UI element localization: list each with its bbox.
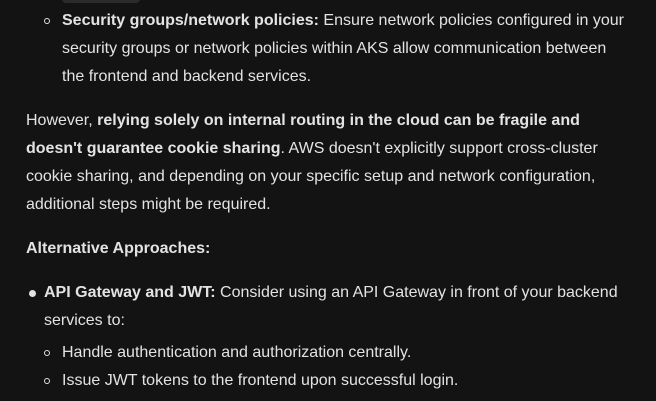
alternative-approaches-heading: Alternative Approaches: <box>26 235 626 263</box>
response-content: Security groups/network policies: Ensure… <box>0 0 656 401</box>
hollow-bullet-icon <box>44 378 50 384</box>
however-line3: cookie sharing, and depending on your sp… <box>26 168 596 185</box>
security-item-title: Security groups/network policies: <box>62 12 319 29</box>
hollow-bullet-icon <box>44 18 50 24</box>
sub-list-item: Issue JWT tokens to the frontend upon su… <box>62 367 647 395</box>
api-item-title: API Gateway and JWT: <box>44 284 216 301</box>
security-item-text: Ensure network policies configured in yo… <box>318 12 624 29</box>
solid-bullet-icon <box>29 290 36 297</box>
clipped-previous-line <box>62 0 262 3</box>
alt-heading-text: Alternative Approaches: <box>26 240 211 257</box>
however-line2-rest: . AWS doesn't explicitly support cross-c… <box>280 140 598 157</box>
however-paragraph: However, relying solely on internal rout… <box>26 107 626 219</box>
however-lead: However, <box>26 112 98 129</box>
api-item-line2: services to: <box>44 312 125 329</box>
security-item-line2: security groups or network policies with… <box>62 40 607 57</box>
sub-item-text: Handle authentication and authorization … <box>62 344 412 361</box>
api-item-text: Consider using an API Gateway in front o… <box>215 284 618 301</box>
sub-item-text: Issue JWT tokens to the frontend upon su… <box>62 372 459 389</box>
list-item-security-groups: Security groups/network policies: Ensure… <box>62 7 647 91</box>
however-bold-2: doesn't guarantee cookie sharing <box>26 140 281 157</box>
however-line4: additional steps might be required. <box>26 196 271 213</box>
hollow-bullet-icon <box>44 350 50 356</box>
sub-list-item: Handle authentication and authorization … <box>62 339 647 367</box>
inline-code-chip <box>62 0 140 3</box>
list-item-api-gateway: API Gateway and JWT: Consider using an A… <box>44 279 644 335</box>
however-bold-1: relying solely on internal routing in th… <box>97 112 580 129</box>
security-item-line3: the frontend and backend services. <box>62 68 312 85</box>
